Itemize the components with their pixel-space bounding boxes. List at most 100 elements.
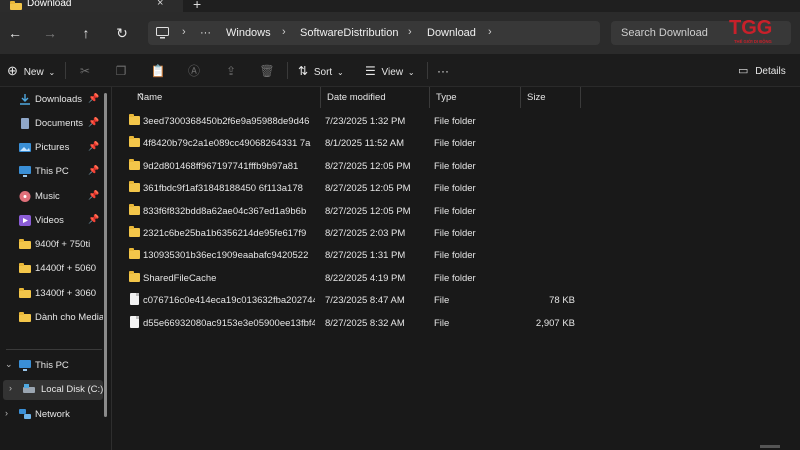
sidebar-item-label: Music [35,191,60,202]
pin-icon: 📌 [88,141,100,151]
search-input[interactable]: Search Download [621,27,708,39]
sidebar-scrollbar[interactable] [104,93,107,417]
new-tab-button[interactable]: + [193,0,201,12]
table-row[interactable]: SharedFileCache 8/22/2025 4:19 PM File fol… [121,267,681,289]
sidebar-item-network[interactable]: › Network [0,405,104,425]
cut-icon[interactable]: ✂ [76,62,94,80]
column-header-date[interactable]: Date modified [321,87,430,108]
table-row[interactable]: 130935301b36ec1909eaabafc9420522 8/27/202… [121,244,681,266]
view-button[interactable]: ☰ View ⌄ [365,62,415,80]
sidebar-item-downloads[interactable]: Downloads 📌 [0,90,104,110]
sort-label: Sort [313,67,333,78]
cell-date: 8/1/2025 11:52 AM [325,138,405,150]
table-row[interactable]: 9d2d801468ff967197741fffb9b97a81 8/27/202… [121,155,681,177]
table-row[interactable]: 833f6f832bdd8a62ae04c367ed1a9b6b 8/27/202… [121,200,681,222]
sort-ascending-icon: ⌃ [137,92,145,103]
sidebar-item-videos[interactable]: Videos 📌 [0,211,104,231]
breadcrumb-separator: › [182,26,186,38]
chevron-down-icon[interactable]: ⌄ [5,359,13,370]
breadcrumb-ellipsis[interactable]: ··· [200,27,211,39]
sidebar-item-label: Dành cho Media [35,312,103,323]
file-list: Name ⌃ Date modified Type Size 3eed73003… [113,87,800,450]
cell-type: File folder [434,138,476,150]
more-options-button[interactable]: ··· [437,62,449,80]
cell-type: File folder [434,272,476,284]
cell-date: 8/27/2025 12:05 PM [325,183,411,195]
sidebar-item-documents[interactable]: Documents 📌 [0,114,104,134]
folder-icon [129,203,140,215]
file-icon [130,293,139,306]
table-row[interactable]: c076716c0e414eca19c013632fba202744... 7/2… [121,289,681,311]
new-button[interactable]: ⊕ New ⌄ [7,62,55,80]
cell-date: 8/27/2025 2:03 PM [325,228,406,239]
sidebar-item-this-pc[interactable]: ⌄ This PC [0,356,104,376]
cell-date: 7/23/2025 8:47 AM [325,295,405,307]
view-list-icon: ☰ [365,64,376,78]
breadcrumb-windows[interactable]: Windows [226,27,271,39]
folder-icon [10,1,22,10]
new-label: New [23,67,44,78]
sidebar-item-13400f[interactable]: 13400f + 3060 [0,284,104,304]
chevron-down-icon: ⌄ [48,68,56,77]
share-icon[interactable]: ⇪ [222,62,240,80]
column-header-size[interactable]: Size [521,87,581,108]
chevron-right-icon[interactable]: › [9,383,12,393]
breadcrumb-download[interactable]: Download [427,27,476,39]
column-header-type[interactable]: Type [430,87,521,108]
cell-name: 2321c6be25ba1b6356214de95fe617f9 [143,228,307,239]
sidebar-item-label: Local Disk (C:) [41,384,104,395]
tab-download[interactable]: Download × [0,0,183,12]
details-button[interactable]: ▭ Details [738,62,786,80]
column-header-label: Size [527,92,546,103]
sidebar-item-this-pc-pinned[interactable]: This PC 📌 [0,162,104,182]
sort-button[interactable]: ⇅ Sort ⌄ [298,62,344,80]
cell-size: 78 KB [549,295,575,307]
sidebar-item-14400f[interactable]: 14400f + 5060 [0,259,104,279]
cell-name: c076716c0e414eca19c013632fba202744... [143,295,315,307]
resize-grip[interactable] [760,445,780,448]
forward-button[interactable]: → [39,22,61,44]
sidebar-item-label: 14400f + 5060 [35,263,97,274]
music-icon [19,191,31,202]
folder-icon [19,239,31,249]
copy-icon[interactable]: ❐ [112,62,130,80]
sidebar-divider [6,349,102,350]
cell-type: File folder [434,116,476,127]
breadcrumb-separator: › [408,26,412,38]
table-row[interactable]: 4f8420b79c2a1e089cc49068264331 7a 8/1/202… [121,132,681,154]
sidebar-item-local-disk[interactable]: › Local Disk (C:) [3,380,103,400]
sidebar-item-music[interactable]: Music 📌 [0,187,104,207]
delete-icon[interactable]: 🗑 [258,62,276,80]
paste-icon[interactable]: 📋 [149,62,167,80]
table-row[interactable]: 2321c6be25ba1b6356214de95fe617f9 8/27/202… [121,222,681,244]
logo-text: TGG [729,17,772,39]
breadcrumb-softwaredistribution[interactable]: SoftwareDistribution [300,27,398,39]
sidebar-item-danh-cho-media[interactable]: Dành cho Media [0,308,104,328]
cell-type: File folder [434,183,476,195]
table-row[interactable]: 3eed7300368450b2f6e9a95988de9d46 7/23/202… [121,110,681,132]
breadcrumb-separator: › [282,26,286,38]
sidebar-item-9400f[interactable]: 9400f + 750ti [0,235,104,255]
address-bar[interactable]: › ··· Windows › SoftwareDistribution › D… [148,21,600,45]
refresh-button[interactable]: ↻ [111,22,133,44]
pin-icon: 📌 [88,190,100,200]
rename-icon[interactable]: Ⓐ [185,62,203,80]
title-bar: Download × + [0,0,800,12]
sidebar-item-pictures[interactable]: Pictures 📌 [0,138,104,158]
table-row[interactable]: d55e66932080ac9153e3e05900ee13fbf4... 8/2… [121,312,681,334]
table-row[interactable]: 361fbdc9f1af31848188450 6f113a178 8/27/20… [121,177,681,199]
folder-icon [19,312,31,322]
cell-name: 4f8420b79c2a1e089cc49068264331 7a [143,138,311,150]
folder-icon [129,136,140,148]
drive-icon [23,384,35,393]
folder-icon [129,181,140,193]
back-button[interactable]: ← [4,22,26,44]
chevron-right-icon[interactable]: › [5,408,8,418]
up-button[interactable]: ↑ [75,22,97,44]
folder-icon [129,158,140,170]
sidebar-item-label: 9400f + 750ti [35,239,91,250]
close-tab-button[interactable]: × [157,0,163,9]
column-header-name[interactable]: Name ⌃ [131,87,321,108]
pin-icon: 📌 [88,165,100,175]
file-icon [130,315,139,328]
